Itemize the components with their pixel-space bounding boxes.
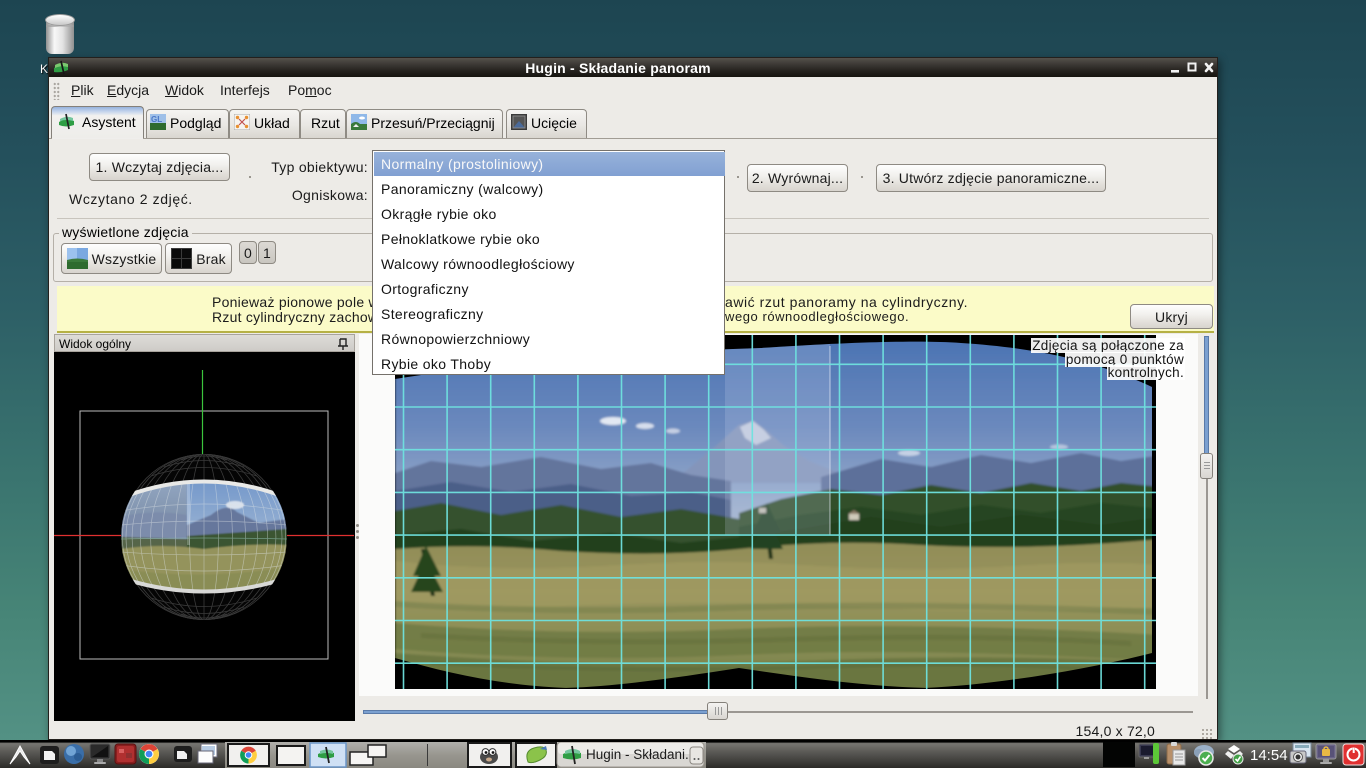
svg-text:GL: GL (151, 115, 162, 124)
svg-text:14:54: 14:54 (1250, 747, 1288, 764)
svg-text:Hugin - Składani...: Hugin - Składani... (586, 747, 696, 762)
